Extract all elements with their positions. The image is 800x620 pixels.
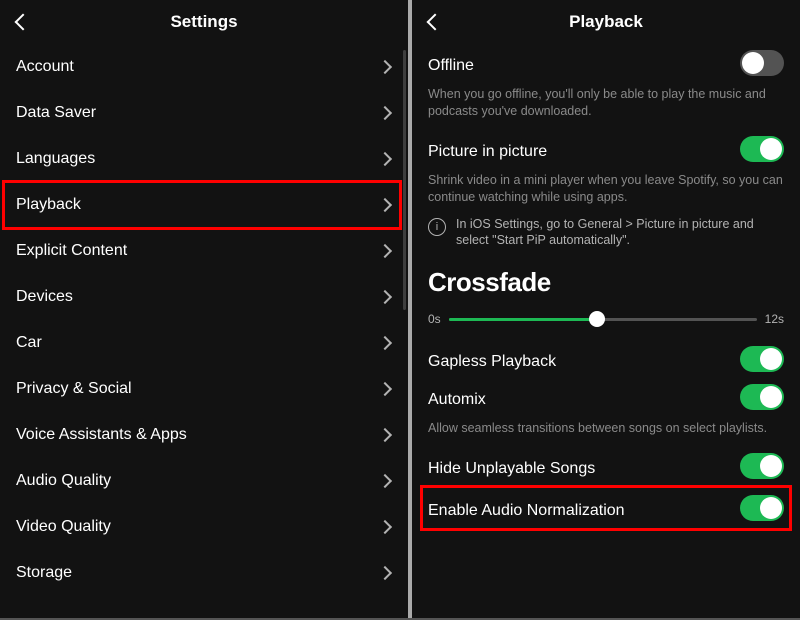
crossfade-slider-row: 0s 12s xyxy=(426,306,786,340)
settings-item-audio-quality[interactable]: Audio Quality xyxy=(0,458,408,504)
settings-item-languages[interactable]: Languages xyxy=(0,136,408,182)
settings-item-label: Data Saver xyxy=(16,104,96,122)
toggle-knob-icon xyxy=(760,386,782,408)
toggle-knob-icon xyxy=(742,52,764,74)
normalize-label: Enable Audio Normalization xyxy=(428,496,625,520)
settings-item-label: Audio Quality xyxy=(16,472,111,490)
pip-row: Picture in picture xyxy=(426,130,786,168)
chevron-right-icon xyxy=(378,428,392,442)
crossfade-max-label: 12s xyxy=(765,312,784,326)
chevron-left-icon xyxy=(427,14,444,31)
pip-info-text: In iOS Settings, go to General > Picture… xyxy=(456,216,786,250)
settings-item-label: Car xyxy=(16,334,42,352)
settings-item-car[interactable]: Car xyxy=(0,320,408,366)
settings-item-video-quality[interactable]: Video Quality xyxy=(0,504,408,550)
automix-toggle[interactable] xyxy=(740,384,784,410)
hide-unplayable-toggle[interactable] xyxy=(740,453,784,479)
toggle-knob-icon xyxy=(760,497,782,519)
chevron-right-icon xyxy=(378,520,392,534)
settings-item-playback[interactable]: Playback xyxy=(0,182,408,228)
settings-item-account[interactable]: Account xyxy=(0,44,408,90)
chevron-right-icon xyxy=(378,336,392,350)
playback-pane: Playback Offline When you go offline, yo… xyxy=(412,0,800,618)
settings-item-label: Storage xyxy=(16,564,72,582)
hide-unplayable-label: Hide Unplayable Songs xyxy=(428,454,595,478)
offline-label: Offline xyxy=(428,51,474,75)
settings-item-privacy-social[interactable]: Privacy & Social xyxy=(0,366,408,412)
crossfade-min-label: 0s xyxy=(428,312,441,326)
chevron-left-icon xyxy=(15,14,32,31)
offline-row: Offline xyxy=(426,44,786,82)
pip-label: Picture in picture xyxy=(428,137,547,161)
page-title: Playback xyxy=(412,12,800,32)
normalize-row: Enable Audio Normalization xyxy=(426,485,786,531)
chevron-right-icon xyxy=(378,244,392,258)
pip-info-row: i In iOS Settings, go to General > Pictu… xyxy=(426,216,786,258)
settings-item-label: Playback xyxy=(16,196,81,214)
chevron-right-icon xyxy=(378,198,392,212)
chevron-right-icon xyxy=(378,290,392,304)
settings-item-storage[interactable]: Storage xyxy=(0,550,408,596)
chevron-right-icon xyxy=(378,60,392,74)
gapless-row: Gapless Playback xyxy=(426,340,786,378)
page-title: Settings xyxy=(0,12,408,32)
toggle-knob-icon xyxy=(760,455,782,477)
chevron-right-icon xyxy=(378,474,392,488)
settings-item-label: Video Quality xyxy=(16,518,111,536)
settings-item-devices[interactable]: Devices xyxy=(0,274,408,320)
back-button[interactable] xyxy=(14,13,32,31)
automix-desc: Allow seamless transitions between songs… xyxy=(426,416,786,447)
automix-label: Automix xyxy=(428,385,486,409)
gapless-toggle[interactable] xyxy=(740,346,784,372)
normalize-toggle[interactable] xyxy=(740,495,784,521)
offline-desc: When you go offline, you'll only be able… xyxy=(426,82,786,130)
chevron-right-icon xyxy=(378,106,392,120)
playback-header: Playback xyxy=(412,0,800,44)
settings-header: Settings xyxy=(0,0,408,44)
hide-unplayable-row: Hide Unplayable Songs xyxy=(426,447,786,485)
toggle-knob-icon xyxy=(760,348,782,370)
settings-pane: Settings Account Data Saver Languages Pl… xyxy=(0,0,412,618)
settings-item-label: Devices xyxy=(16,288,73,306)
chevron-right-icon xyxy=(378,152,392,166)
settings-item-voice-assistants[interactable]: Voice Assistants & Apps xyxy=(0,412,408,458)
settings-item-label: Explicit Content xyxy=(16,242,127,260)
pip-toggle[interactable] xyxy=(740,136,784,162)
toggle-knob-icon xyxy=(760,138,782,160)
info-icon: i xyxy=(428,218,446,236)
slider-thumb-icon xyxy=(589,311,605,327)
pip-desc: Shrink video in a mini player when you l… xyxy=(426,168,786,216)
settings-item-label: Voice Assistants & Apps xyxy=(16,426,187,444)
crossfade-heading: Crossfade xyxy=(426,257,786,306)
gapless-label: Gapless Playback xyxy=(428,347,556,371)
chevron-right-icon xyxy=(378,566,392,580)
settings-item-label: Account xyxy=(16,58,74,76)
settings-item-label: Privacy & Social xyxy=(16,380,132,398)
crossfade-slider[interactable] xyxy=(449,310,757,328)
offline-toggle[interactable] xyxy=(740,50,784,76)
settings-item-explicit-content[interactable]: Explicit Content xyxy=(0,228,408,274)
slider-fill-icon xyxy=(449,318,597,321)
settings-list: Account Data Saver Languages Playback Ex… xyxy=(0,44,408,596)
chevron-right-icon xyxy=(378,382,392,396)
settings-item-label: Languages xyxy=(16,150,95,168)
automix-row: Automix xyxy=(426,378,786,416)
back-button[interactable] xyxy=(426,13,444,31)
settings-item-data-saver[interactable]: Data Saver xyxy=(0,90,408,136)
